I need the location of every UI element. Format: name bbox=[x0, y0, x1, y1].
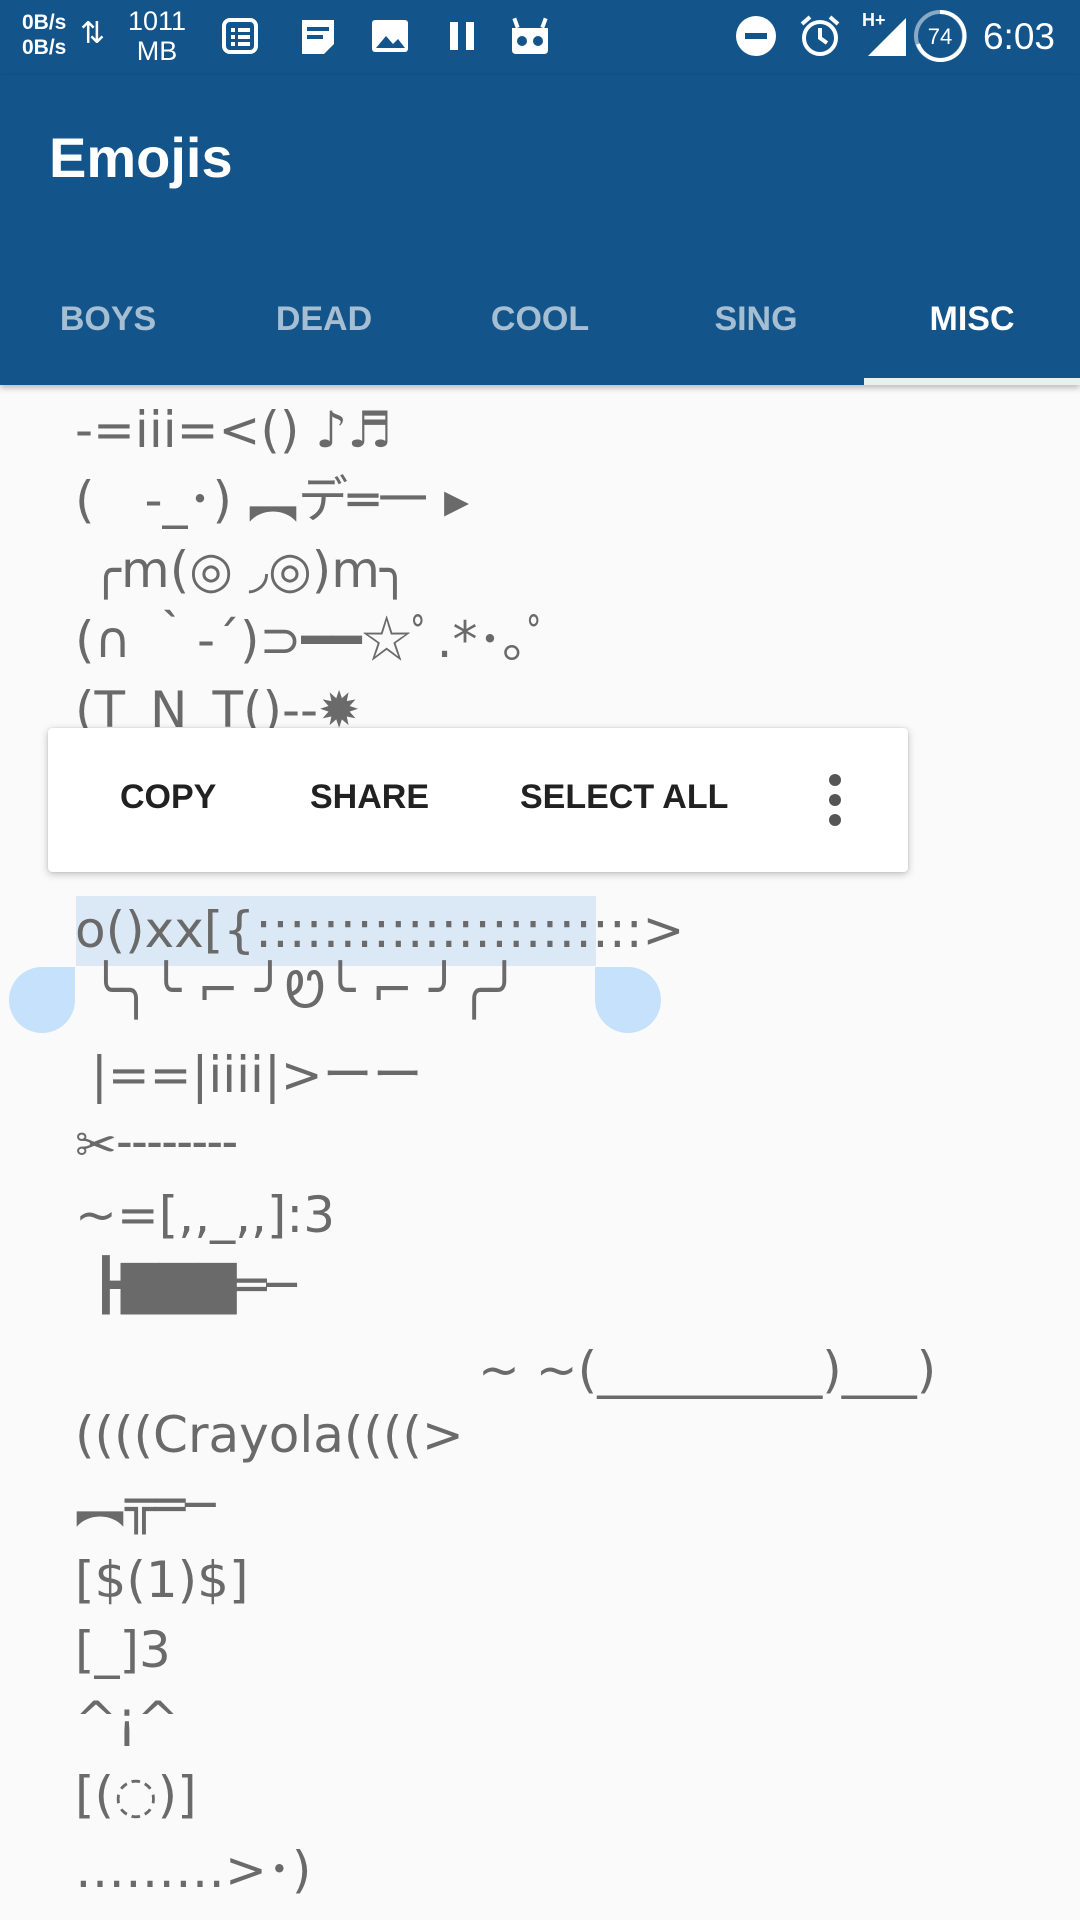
battery-icon: 74 bbox=[914, 9, 967, 62]
notes-icon bbox=[222, 18, 258, 54]
list-item[interactable]: ((((Crayola((((> bbox=[75, 1405, 464, 1465]
list-item[interactable]: ^¡^ bbox=[75, 1690, 179, 1750]
app-title: Emojis bbox=[49, 126, 233, 189]
list-item[interactable]: (∩ ｀-´)⊃━━☆ﾟ.*･｡ﾟ bbox=[75, 610, 553, 670]
list-item[interactable]: [$(1)$] bbox=[75, 1550, 248, 1610]
list-item[interactable]: ╰╮╰ ⌐ ╯Ꮼ╰ ⌐ ╯╭╯ bbox=[75, 960, 519, 1020]
tab-cool[interactable]: COOL bbox=[432, 275, 648, 385]
data-activity-icon: ⇅ bbox=[80, 16, 106, 51]
list-item[interactable]: |==|iiii|>ーー bbox=[75, 1045, 423, 1105]
network-speed: 0B/s 0B/s bbox=[22, 11, 67, 59]
list-item[interactable]: ~ ~(_________)___) bbox=[478, 1340, 936, 1400]
app-bar: Emojis BOYS DEAD COOL SING MISC bbox=[0, 75, 1080, 385]
list-item[interactable]: ✂╌╌╌╌ bbox=[75, 1115, 237, 1175]
select-all-button[interactable]: SELECT ALL bbox=[520, 778, 728, 817]
image-icon bbox=[372, 20, 408, 52]
list-item[interactable]: ( -_･) ︻デ═一 ▸ bbox=[75, 470, 469, 530]
dnd-icon bbox=[736, 16, 776, 56]
text-selection-toolbar: COPY SHARE SELECT ALL bbox=[48, 728, 908, 872]
clock: 6:03 bbox=[982, 16, 1055, 57]
status-bar: 0B/s 0B/s ⇅ 1011 MB H+ 74 6:03 bbox=[0, 0, 1080, 75]
list-item-selected[interactable]: o()xx[{:::::::::::::::::::::::> bbox=[75, 900, 684, 960]
selection-handle-start[interactable] bbox=[9, 967, 75, 1033]
tab-indicator bbox=[864, 378, 1080, 385]
tab-bar: BOYS DEAD COOL SING MISC bbox=[0, 275, 1080, 385]
alarm-icon bbox=[800, 15, 840, 56]
android-icon bbox=[512, 17, 548, 54]
tab-sing[interactable]: SING bbox=[648, 275, 864, 385]
list-item[interactable]: ~=[,,_,,]:3 bbox=[75, 1185, 335, 1245]
list-item[interactable]: -=iii=<() ♪♬ bbox=[75, 400, 392, 460]
list-item[interactable]: [_]3 bbox=[75, 1620, 171, 1680]
message-icon bbox=[302, 20, 334, 54]
svg-text:74: 74 bbox=[928, 24, 952, 49]
list-item[interactable]: [(◌)] bbox=[75, 1765, 197, 1825]
list-item[interactable]: ………>･) bbox=[75, 1840, 311, 1900]
copy-button[interactable]: COPY bbox=[120, 778, 216, 817]
pause-icon bbox=[450, 22, 474, 50]
list-item[interactable]: ︻╦═─ bbox=[75, 1475, 215, 1535]
more-vert-icon[interactable] bbox=[820, 772, 850, 828]
selection-handle-end[interactable] bbox=[595, 967, 661, 1033]
list-item[interactable]: ┣▇▇▇═─ bbox=[75, 1255, 297, 1315]
share-button[interactable]: SHARE bbox=[310, 778, 429, 817]
list-item[interactable]: ╭m(◎ ◞◎)m╮ bbox=[75, 540, 410, 600]
tab-misc[interactable]: MISC bbox=[864, 275, 1080, 385]
memory-indicator: 1011 MB bbox=[128, 6, 187, 66]
signal-icon bbox=[868, 18, 906, 56]
tab-boys[interactable]: BOYS bbox=[0, 275, 216, 385]
tab-dead[interactable]: DEAD bbox=[216, 275, 432, 385]
